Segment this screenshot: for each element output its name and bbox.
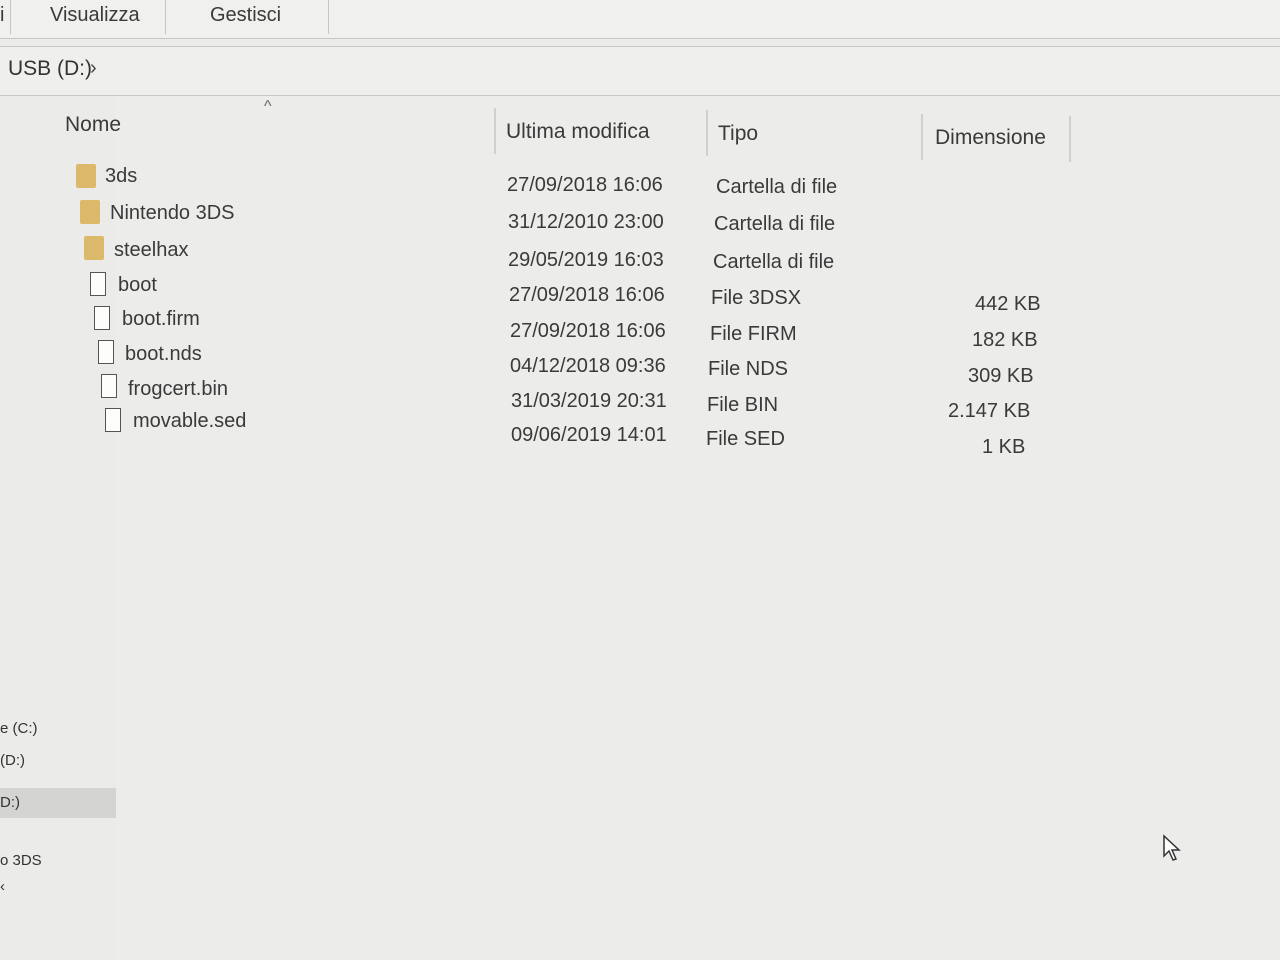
column-header-type[interactable]: Tipo xyxy=(718,122,758,146)
mouse-cursor-icon xyxy=(1163,834,1181,861)
file-icon xyxy=(94,306,110,330)
column-divider[interactable] xyxy=(706,110,708,156)
file-icon xyxy=(101,374,117,398)
file-name: steelhax xyxy=(114,239,189,261)
file-icon xyxy=(105,408,121,432)
file-type: Cartella di file xyxy=(716,176,838,198)
file-name: 3ds xyxy=(105,165,138,187)
tab-manage[interactable]: Gestisci xyxy=(210,4,281,27)
file-row[interactable]: boot.nds 04/12/2018 09:36 File NDS 309 K… xyxy=(0,340,1280,387)
tab-view[interactable]: Visualizza xyxy=(50,4,140,27)
address-bar[interactable]: USB (D:) › xyxy=(0,46,1280,96)
file-type: Cartella di file xyxy=(713,251,835,273)
file-icon xyxy=(90,272,106,296)
column-header-name[interactable]: Nome xyxy=(65,113,121,137)
column-header-modified[interactable]: Ultima modifica xyxy=(506,120,650,144)
file-name: boot.firm xyxy=(122,308,200,330)
chevron-right-icon[interactable]: › xyxy=(90,57,97,80)
column-divider[interactable] xyxy=(921,114,923,160)
file-modified: 29/05/2019 16:03 xyxy=(508,249,664,271)
file-row[interactable]: boot.firm 27/09/2018 16:06 File FIRM 182… xyxy=(0,306,1280,351)
ribbon-divider xyxy=(165,0,166,34)
file-type: File SED xyxy=(706,428,785,450)
ribbon-divider xyxy=(10,0,11,34)
file-name: boot.nds xyxy=(125,343,202,365)
file-row[interactable]: steelhax 29/05/2019 16:03 Cartella di fi… xyxy=(0,236,1280,273)
column-header-size[interactable]: Dimensione xyxy=(935,126,1046,150)
file-type: Cartella di file xyxy=(714,213,836,235)
ribbon: i Visualizza Gestisci xyxy=(0,0,1280,39)
folder-icon xyxy=(76,164,96,188)
file-explorer-window: i Visualizza Gestisci USB (D:) › e (C:) … xyxy=(0,0,1280,960)
file-size: 1 KB xyxy=(982,436,1026,458)
file-row[interactable]: Nintendo 3DS 31/12/2010 23:00 Cartella d… xyxy=(0,200,1280,235)
file-name: frogcert.bin xyxy=(128,378,229,400)
file-row[interactable]: frogcert.bin 31/03/2019 20:31 File BIN 2… xyxy=(0,374,1280,422)
tab-file[interactable]: i xyxy=(0,4,6,27)
file-row[interactable]: movable.sed 09/06/2019 14:01 File SED 1 … xyxy=(0,408,1280,458)
file-modified: 27/09/2018 16:06 xyxy=(509,284,665,306)
file-name: boot xyxy=(118,274,157,296)
column-divider[interactable] xyxy=(1069,116,1071,162)
file-row[interactable]: boot 27/09/2018 16:06 File 3DSX 442 KB xyxy=(0,272,1280,315)
breadcrumb-usb-drive[interactable]: USB (D:) xyxy=(8,57,92,81)
column-divider[interactable] xyxy=(494,108,496,154)
file-list: ^ Nome Ultima modifica Tipo Dimensione 3… xyxy=(0,96,1280,960)
folder-icon xyxy=(80,200,100,224)
file-row[interactable]: 3ds 27/09/2018 16:06 Cartella di file xyxy=(0,164,1280,198)
file-modified: 31/12/2010 23:00 xyxy=(508,211,664,233)
file-icon xyxy=(98,340,114,364)
file-name: Nintendo 3DS xyxy=(110,202,235,224)
folder-icon xyxy=(84,236,104,260)
file-modified: 27/09/2018 16:06 xyxy=(507,174,663,196)
ribbon-divider xyxy=(328,0,329,34)
sort-ascending-icon: ^ xyxy=(264,98,272,115)
file-modified: 09/06/2019 14:01 xyxy=(511,424,667,446)
file-name: movable.sed xyxy=(133,410,247,432)
